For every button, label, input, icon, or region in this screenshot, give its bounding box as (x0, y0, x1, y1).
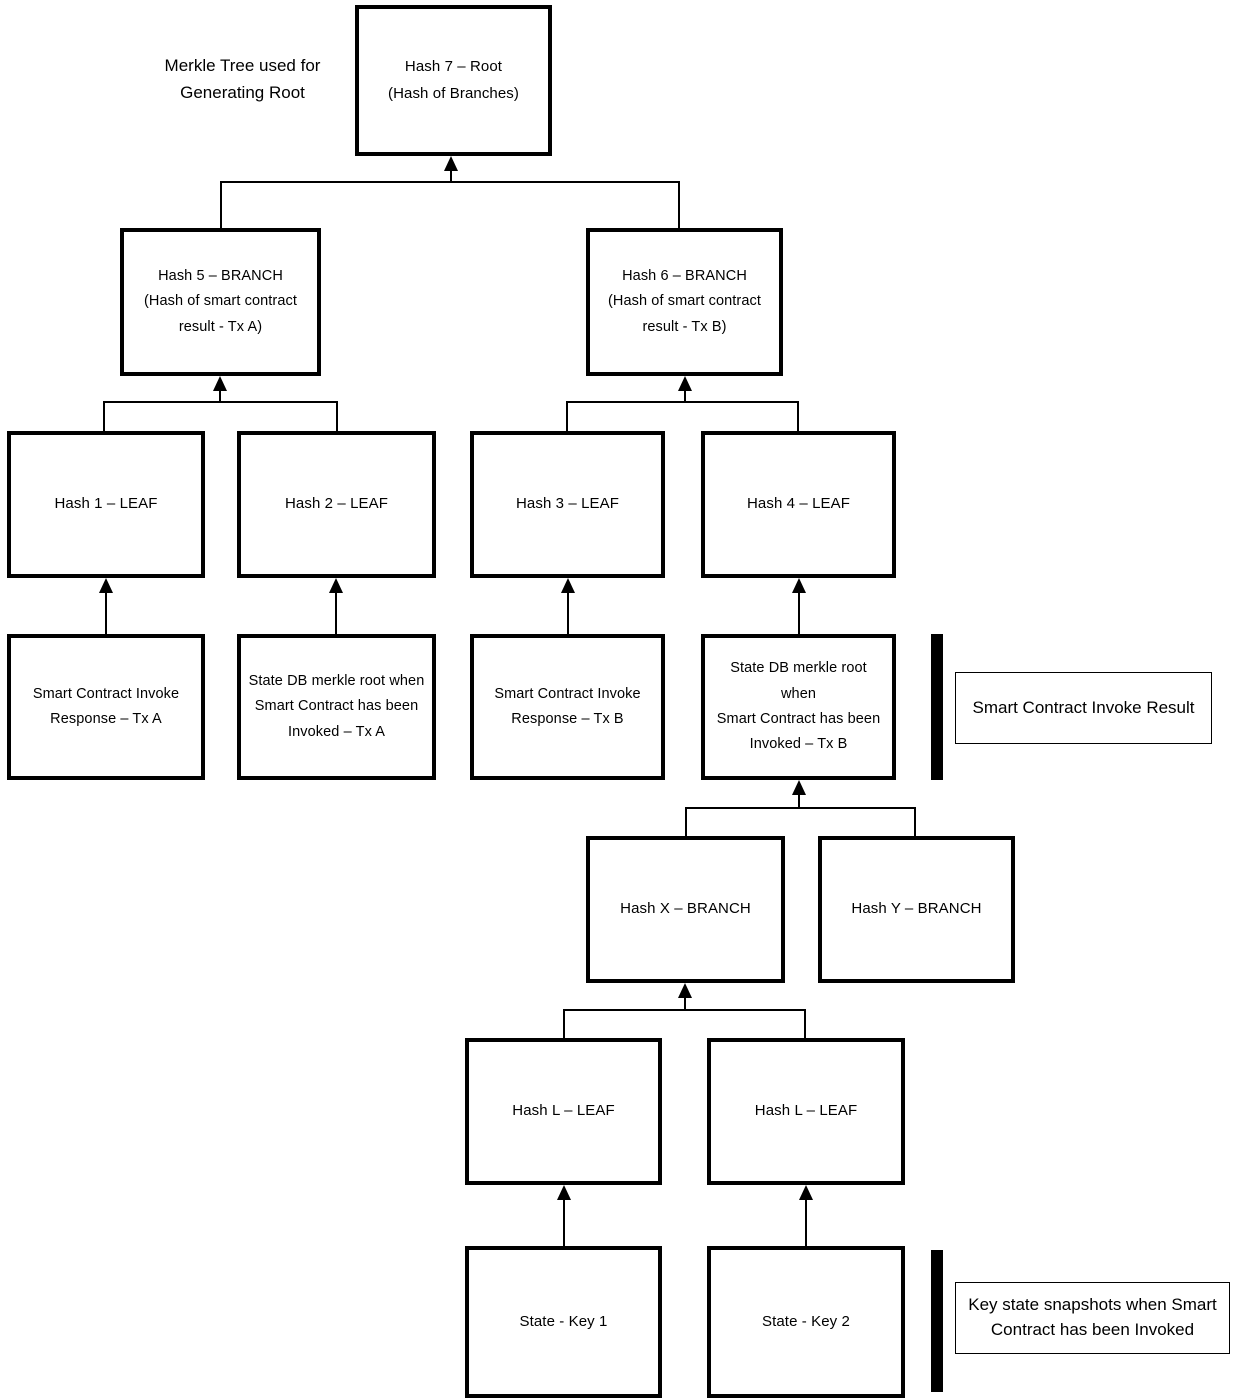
node-hashl-leaf-1[interactable]: Hash L – LEAF (465, 1038, 662, 1185)
node-state-key-2[interactable]: State - Key 2 (707, 1246, 905, 1398)
node-hash3-leaf[interactable]: Hash 3 – LEAF (470, 431, 665, 578)
node-hashl-leaf-2[interactable]: Hash L – LEAF (707, 1038, 905, 1185)
node-hash3-leaf-label: Hash 3 – LEAF (515, 495, 620, 513)
legend-invoke-result: Smart Contract Invoke Result (955, 672, 1212, 744)
node-hashl-leaf-2-label: Hash L – LEAF (754, 1102, 858, 1120)
legend-invoke-result-label: Smart Contract Invoke Result (972, 697, 1195, 717)
node-invoke-response-tx-a-label: Smart Contract Invoke Response – Tx A (32, 685, 180, 727)
node-hash2-leaf-label: Hash 2 – LEAF (284, 495, 389, 513)
node-hash6-branch-label: Hash 6 – BRANCH (Hash of smart contract … (608, 267, 761, 335)
diagram-caption: Merkle Tree used for Generating Root (164, 56, 321, 103)
node-hash5-branch-label: Hash 5 – BRANCH (Hash of smart contract … (144, 267, 297, 335)
node-hash1-leaf[interactable]: Hash 1 – LEAF (7, 431, 205, 578)
connector-hash6-right-drop (797, 401, 799, 432)
node-state-db-root-tx-a-label: State DB merkle root when Smart Contract… (248, 672, 425, 740)
legend-bar-key-state (931, 1250, 943, 1392)
node-hash7-root-label: Hash 7 – Root (Hash of Branches) (387, 58, 520, 102)
arrow-to-root (444, 156, 458, 183)
connector-statedb-right-drop (914, 807, 916, 837)
node-invoke-response-tx-a[interactable]: Smart Contract Invoke Response – Tx A (7, 634, 205, 780)
merkle-tree-diagram: Merkle Tree used for Generating Root Has… (0, 0, 1240, 1398)
connector-hashx-right-drop (804, 1009, 806, 1039)
arrow-state2-to-hashl2 (799, 1185, 813, 1247)
node-invoke-response-tx-b-label: Smart Contract Invoke Response – Tx B (494, 685, 641, 727)
arrow-to-hashx (678, 983, 692, 1011)
node-state-db-root-tx-a[interactable]: State DB merkle root when Smart Contract… (237, 634, 436, 780)
node-hashx-branch-label: Hash X – BRANCH (620, 900, 751, 918)
connector-hash6-left-drop (566, 401, 568, 432)
legend-key-state-label: Key state snapshots when Smart Contract … (968, 1295, 1217, 1339)
node-state-key-2-label: State - Key 2 (761, 1312, 850, 1330)
node-hashy-branch-label: Hash Y – BRANCH (851, 900, 982, 918)
node-invoke-response-tx-b[interactable]: Smart Contract Invoke Response – Tx B (470, 634, 665, 780)
node-state-db-root-tx-b-label: State DB merkle root when Smart Contract… (716, 660, 881, 753)
arrow-to-state-db-root-tx-b (792, 780, 806, 809)
legend-bar-invoke-result (931, 634, 943, 780)
arrow-state1-to-hashl1 (557, 1185, 571, 1247)
arrow-data4-to-hash4 (792, 578, 806, 635)
connector-statedb-left-drop (685, 807, 687, 837)
connector-hash5-right-drop (336, 401, 338, 432)
node-state-db-root-tx-b[interactable]: State DB merkle root when Smart Contract… (701, 634, 896, 780)
connector-root-right-drop (678, 181, 680, 229)
node-hash7-root[interactable]: Hash 7 – Root (Hash of Branches) (355, 5, 552, 156)
arrow-data2-to-hash2 (329, 578, 343, 635)
connector-hash5-left-drop (103, 401, 105, 432)
node-state-key-1-label: State - Key 1 (519, 1312, 608, 1330)
node-state-key-1[interactable]: State - Key 1 (465, 1246, 662, 1398)
node-hash2-leaf[interactable]: Hash 2 – LEAF (237, 431, 436, 578)
node-hashx-branch[interactable]: Hash X – BRANCH (586, 836, 785, 983)
connector-root-left-drop (220, 181, 222, 229)
arrow-to-hash5 (213, 376, 227, 403)
arrow-data3-to-hash3 (561, 578, 575, 635)
node-hash6-branch[interactable]: Hash 6 – BRANCH (Hash of smart contract … (586, 228, 783, 376)
arrow-data1-to-hash1 (99, 578, 113, 635)
arrow-to-hash6 (678, 376, 692, 403)
connector-hashx-left-drop (563, 1009, 565, 1039)
node-hashl-leaf-1-label: Hash L – LEAF (512, 1102, 615, 1120)
node-hash4-leaf[interactable]: Hash 4 – LEAF (701, 431, 896, 578)
node-hash4-leaf-label: Hash 4 – LEAF (746, 495, 851, 513)
node-hash5-branch[interactable]: Hash 5 – BRANCH (Hash of smart contract … (120, 228, 321, 376)
node-hashy-branch[interactable]: Hash Y – BRANCH (818, 836, 1015, 983)
node-hash1-leaf-label: Hash 1 – LEAF (54, 495, 158, 513)
legend-key-state: Key state snapshots when Smart Contract … (955, 1282, 1230, 1354)
